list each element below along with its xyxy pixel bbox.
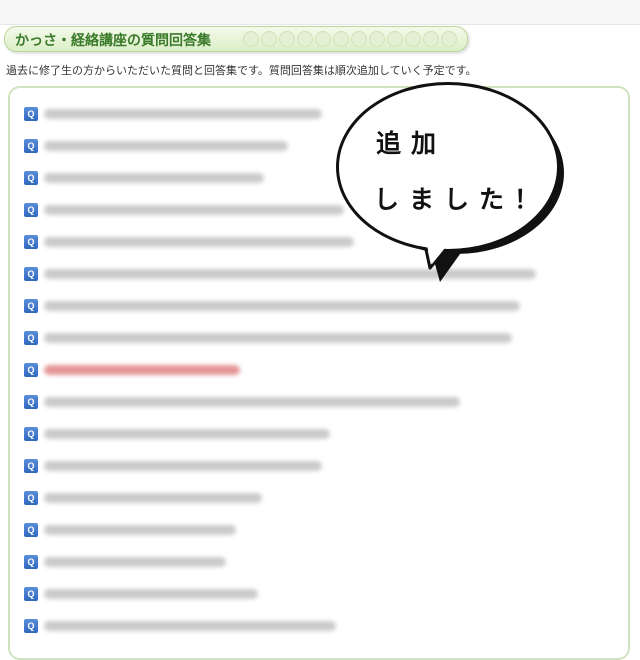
question-text-blurred [44, 141, 288, 151]
page-title: かっさ・経絡講座の質問回答集 [15, 33, 211, 49]
question-icon: Q [24, 555, 38, 569]
question-icon: Q [24, 171, 38, 185]
question-text-blurred [44, 301, 520, 311]
question-icon: Q [24, 203, 38, 217]
question-icon: Q [24, 139, 38, 153]
qa-question-link[interactable]: Q [24, 552, 226, 572]
question-text-blurred [44, 557, 226, 567]
question-icon: Q [24, 235, 38, 249]
title-decoration [243, 31, 457, 47]
qa-question-link[interactable]: Q [24, 168, 264, 188]
question-icon: Q [24, 587, 38, 601]
question-text-blurred [44, 429, 330, 439]
question-icon: Q [24, 107, 38, 121]
question-icon: Q [24, 299, 38, 313]
question-text-blurred [44, 525, 236, 535]
qa-question-link[interactable]: Q [24, 456, 322, 476]
question-icon: Q [24, 427, 38, 441]
callout-line-1: 追加 [376, 129, 447, 158]
qa-question-link[interactable]: Q [24, 424, 330, 444]
qa-question-link[interactable]: Q [24, 232, 354, 252]
qa-question-link[interactable]: Q [24, 136, 288, 156]
question-icon: Q [24, 395, 38, 409]
top-strip [0, 0, 640, 25]
question-icon: Q [24, 619, 38, 633]
qa-question-link[interactable]: Q [24, 200, 344, 220]
question-icon: Q [24, 331, 38, 345]
qa-question-link[interactable]: Q [24, 488, 262, 508]
qa-question-link[interactable]: Q [24, 104, 322, 124]
question-text-blurred [44, 109, 322, 119]
question-text-blurred [44, 589, 258, 599]
question-icon: Q [24, 523, 38, 537]
qa-question-link[interactable]: Q [24, 520, 236, 540]
qa-question-link[interactable]: Q [24, 584, 258, 604]
question-icon: Q [24, 267, 38, 281]
qa-question-link[interactable]: Q [24, 392, 460, 412]
callout-text: 追加 しました！ [374, 116, 549, 228]
qa-question-link-highlighted[interactable]: Q [24, 360, 240, 380]
qa-question-link[interactable]: Q [24, 328, 512, 348]
question-text-blurred [44, 173, 264, 183]
question-text-blurred [44, 493, 262, 503]
question-icon: Q [24, 363, 38, 377]
question-text-blurred [44, 365, 240, 375]
question-icon: Q [24, 491, 38, 505]
question-text-blurred [44, 237, 354, 247]
qa-question-link[interactable]: Q [24, 296, 520, 316]
callout-line-2: しました！ [374, 185, 550, 214]
section-title-bar: かっさ・経絡講座の質問回答集 [4, 26, 468, 52]
intro-text: 過去に修了生の方からいただいた質問と回答集です。質問回答集は順次追加していく予定… [6, 64, 477, 77]
question-text-blurred [44, 461, 322, 471]
question-text-blurred [44, 333, 512, 343]
added-callout-bubble: 追加 しました！ [334, 82, 574, 282]
qa-question-link[interactable]: Q [24, 616, 336, 636]
question-icon: Q [24, 459, 38, 473]
question-text-blurred [44, 205, 344, 215]
question-text-blurred [44, 621, 336, 631]
question-text-blurred [44, 397, 460, 407]
